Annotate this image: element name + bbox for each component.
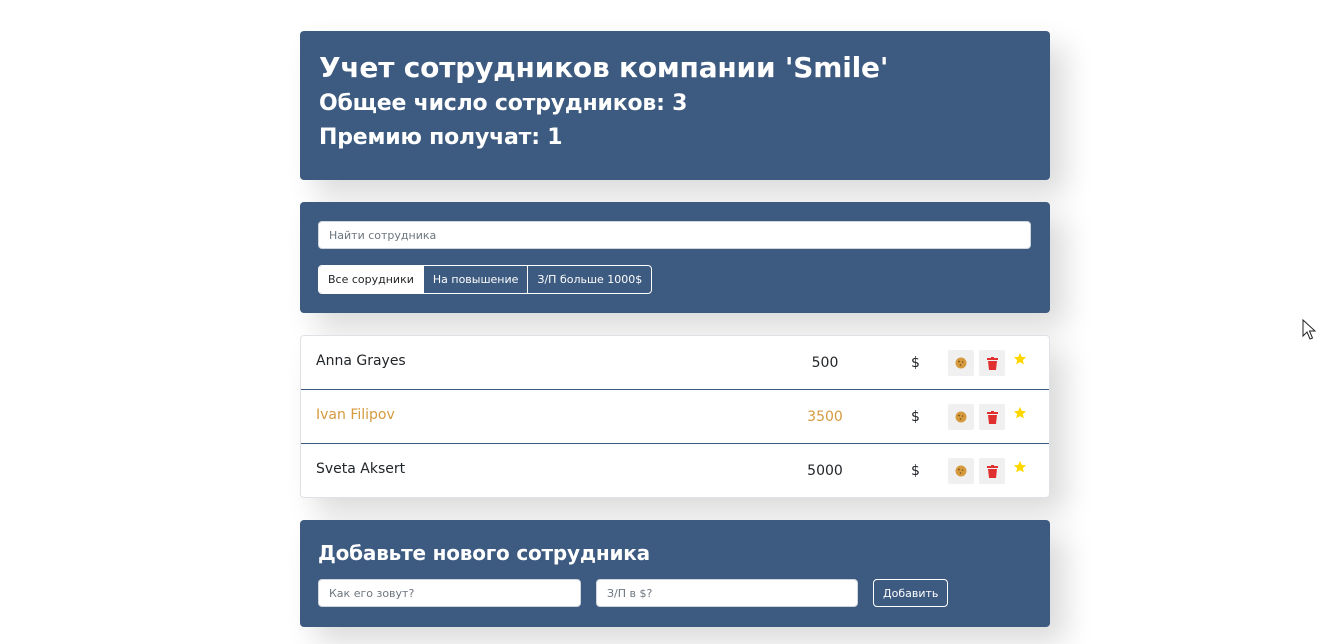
cookie-icon [955, 411, 967, 423]
employee-name[interactable]: Sveta Aksert [316, 460, 405, 478]
currency-sign: $ [911, 463, 920, 479]
star-icon[interactable] [1013, 406, 1027, 420]
employee-salary[interactable]: 3500 [785, 408, 865, 426]
filter-all-button[interactable]: Все сорудники [319, 266, 423, 293]
trash-icon [986, 464, 998, 478]
filter-group: Все сорудники На повышение З/П больше 10… [318, 265, 653, 294]
star-icon[interactable] [1013, 460, 1027, 474]
name-input[interactable] [318, 579, 581, 607]
mouse-cursor-icon [1302, 319, 1316, 340]
delete-button[interactable] [979, 350, 1005, 376]
cookie-icon [955, 465, 967, 477]
add-employee-panel: Добавьте нового сотрудника Добавить [300, 520, 1050, 627]
search-panel: Все сорудники На повышение З/П больше 10… [300, 202, 1050, 313]
currency-sign: $ [911, 409, 920, 425]
app-info-panel: Учет сотрудников компании 'Smile' Общее … [300, 31, 1050, 180]
filter-salary-button[interactable]: З/П больше 1000$ [527, 266, 651, 293]
trash-icon [986, 410, 998, 424]
employee-salary[interactable]: 500 [785, 354, 865, 372]
star-icon[interactable] [1013, 352, 1027, 366]
currency-sign: $ [911, 355, 920, 371]
add-form: Добавить [318, 579, 1032, 607]
employee-row: Ivan Filipov 3500 $ [301, 390, 1049, 444]
filter-increase-button[interactable]: На повышение [422, 266, 528, 293]
delete-button[interactable] [979, 404, 1005, 430]
employees-list: Anna Grayes 500 $ Ivan Filipov 3500 $ Sv… [300, 335, 1050, 498]
employee-name[interactable]: Ivan Filipov [316, 406, 395, 424]
add-button[interactable]: Добавить [873, 579, 949, 607]
total-employees: Общее число сотрудников: 3 [319, 91, 688, 116]
add-form-title: Добавьте нового сотрудника [318, 541, 650, 565]
employee-name[interactable]: Anna Grayes [316, 352, 406, 370]
employee-row: Sveta Aksert 5000 $ [301, 444, 1049, 498]
delete-button[interactable] [979, 458, 1005, 484]
employee-row: Anna Grayes 500 $ [301, 336, 1049, 390]
trash-icon [986, 356, 998, 370]
cookie-button[interactable] [948, 404, 974, 430]
employee-salary[interactable]: 5000 [785, 462, 865, 480]
bonus-count: Премию получат: 1 [319, 125, 563, 150]
cookie-button[interactable] [948, 458, 974, 484]
salary-input[interactable] [596, 579, 858, 607]
page-title: Учет сотрудников компании 'Smile' [319, 51, 889, 84]
cookie-button[interactable] [948, 350, 974, 376]
search-input[interactable] [318, 221, 1031, 249]
cookie-icon [955, 357, 967, 369]
